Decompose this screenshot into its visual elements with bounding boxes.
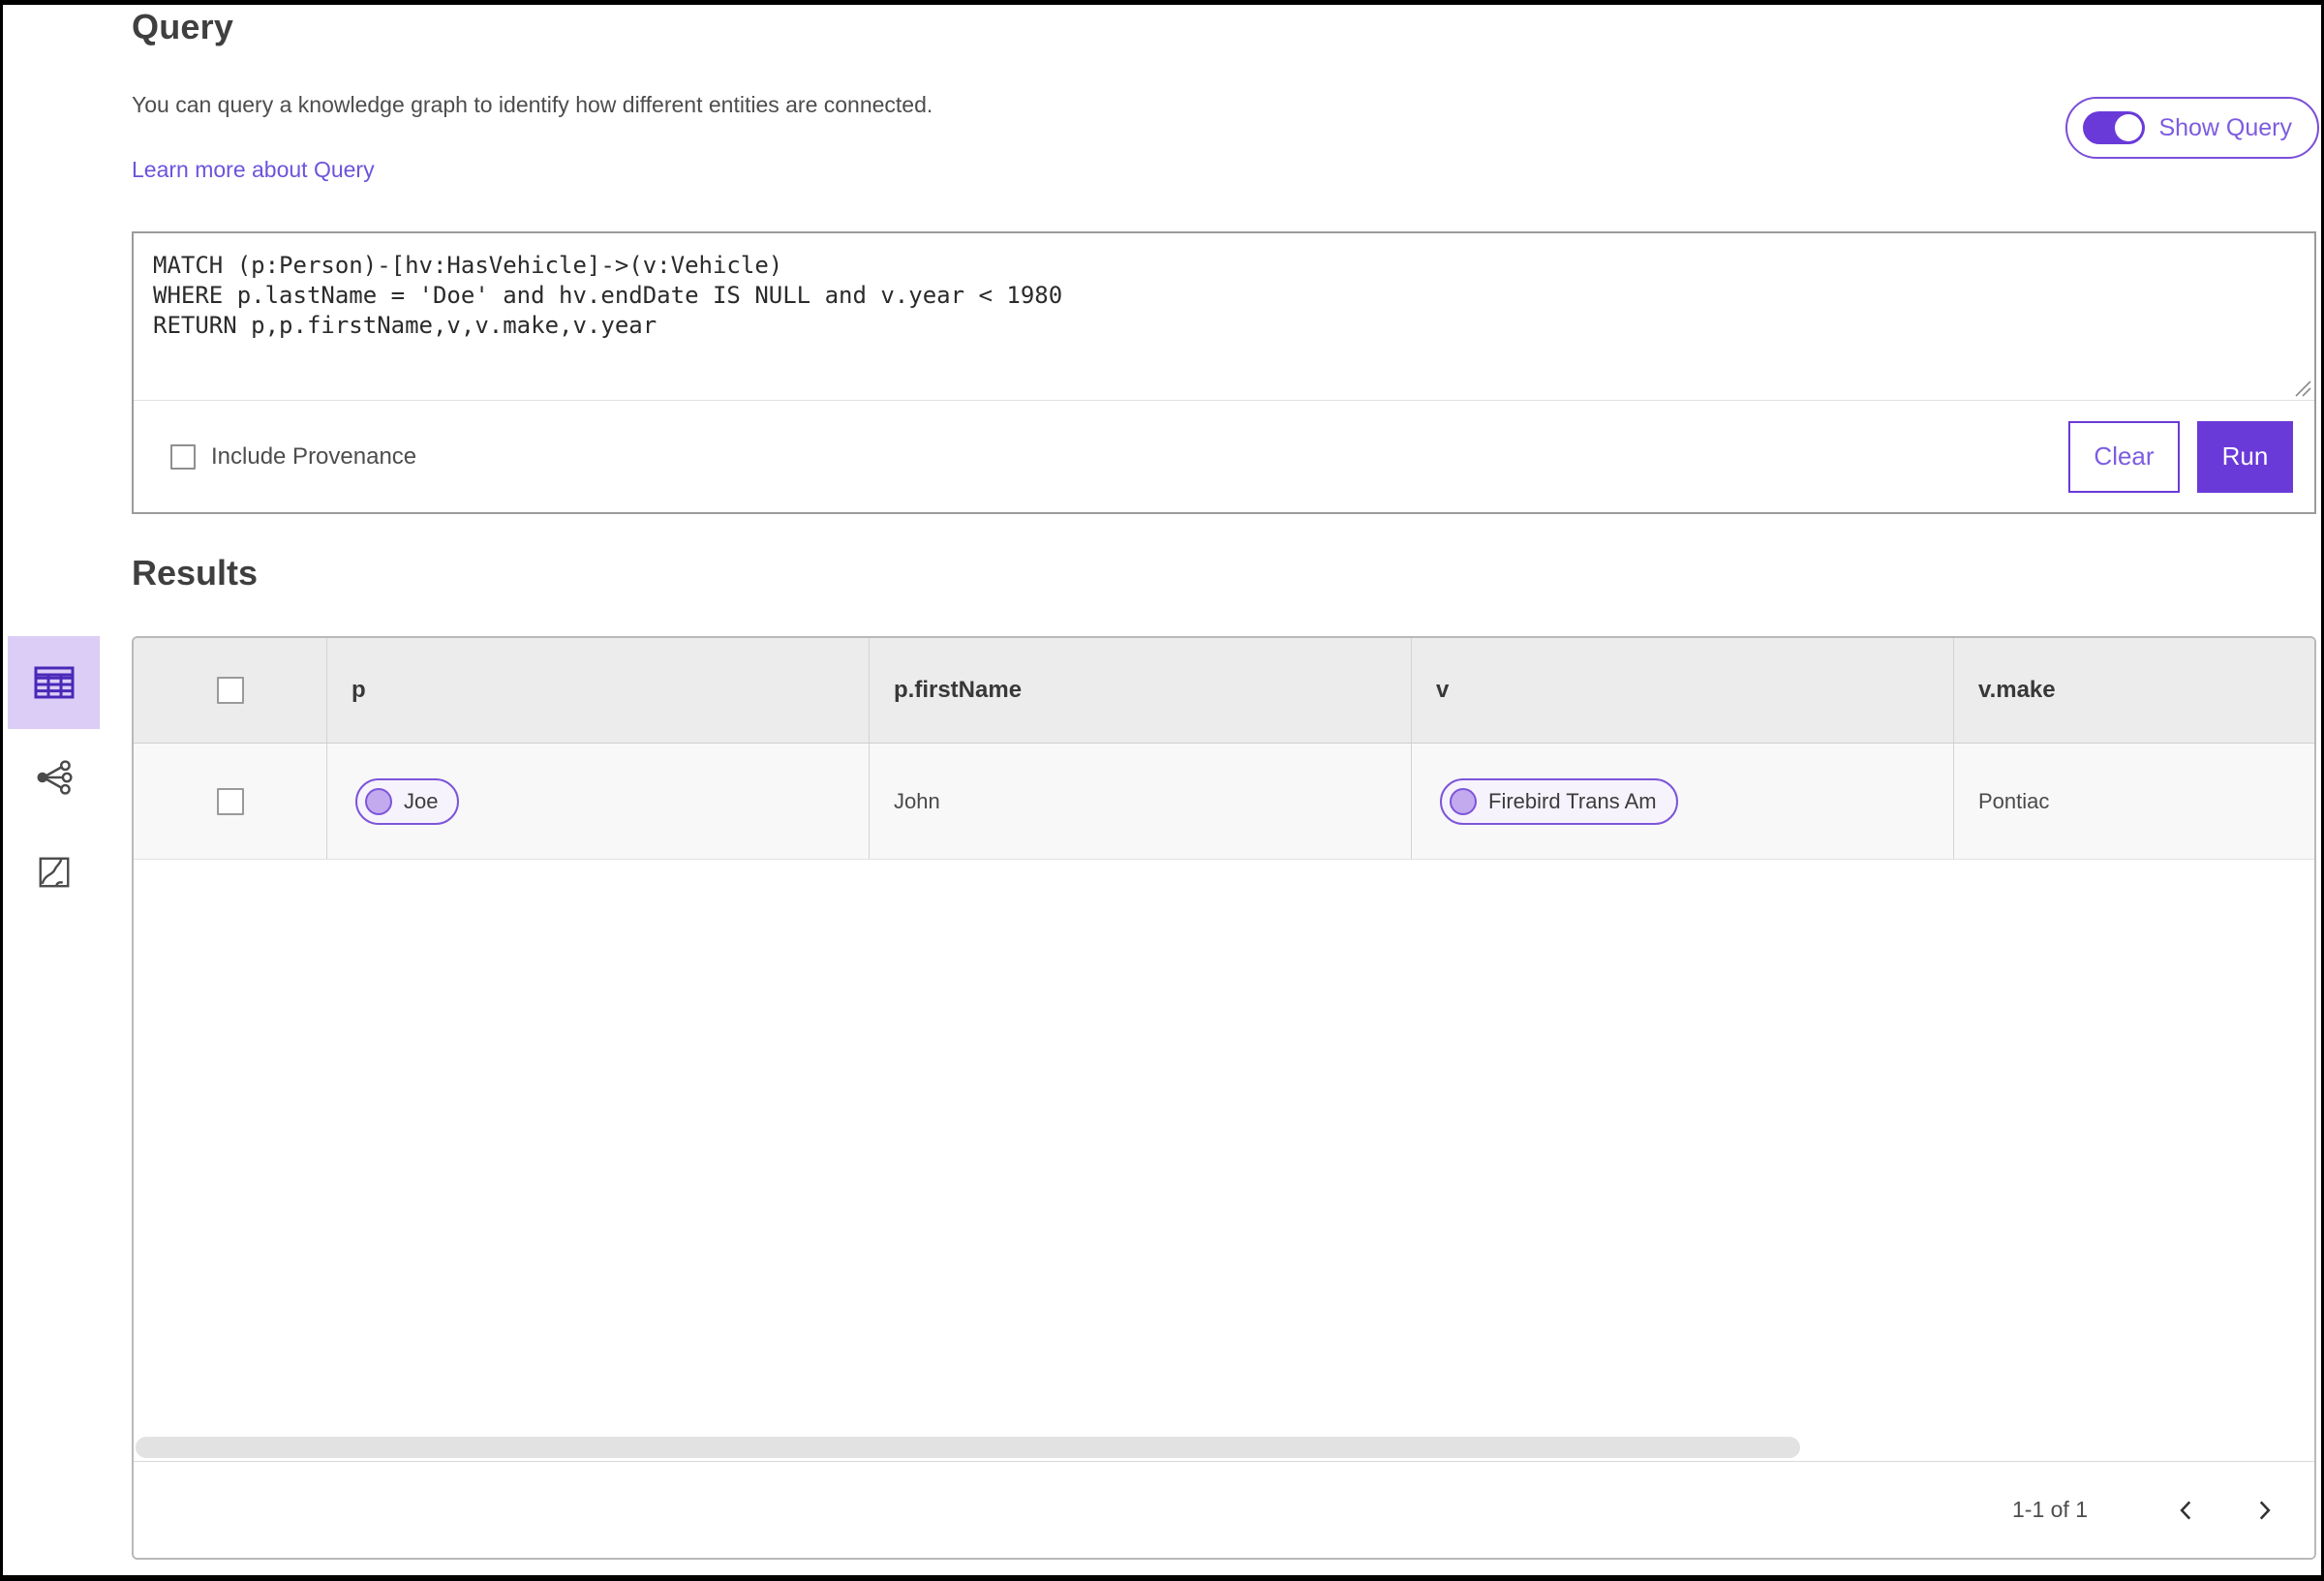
pagination-range: 1-1 of 1 [2012,1497,2088,1522]
header-cell[interactable]: v [1412,638,1954,743]
show-query-label: Show Query [2158,113,2292,141]
entity-label: Firebird Trans Am [1488,788,1657,813]
page-title: Query [132,7,234,46]
view-switcher [3,636,132,1560]
table-view-button[interactable] [8,636,100,729]
row-checkbox[interactable] [216,787,244,815]
query-textarea[interactable]: MATCH (p:Person)-[hv:HasVehicle]->(v:Veh… [134,233,2314,400]
resize-handle-icon[interactable] [2290,376,2311,397]
toggle-switch-icon[interactable] [2083,111,2146,144]
horizontal-scrollbar[interactable] [136,1437,1800,1458]
row-cell: John [870,744,1412,859]
map-view-button[interactable] [8,826,100,919]
next-page-button[interactable] [2243,1489,2285,1532]
results-table-panel: p p.firstName v v.make Joe John Firebird… [132,636,2316,1560]
query-page: Query You can query a knowledge graph to… [3,7,2321,1575]
row-cell: Pontiac [1954,744,2314,859]
include-provenance-field[interactable]: Include Provenance [170,443,416,471]
entity-dot-icon [365,787,392,815]
header-cell-select [134,638,327,743]
row-cell-select [134,744,327,859]
query-editor: MATCH (p:Person)-[hv:HasVehicle]->(v:Veh… [134,233,2314,401]
column-header-label: p.firstName [894,677,1023,703]
header-cell[interactable]: p [327,638,870,743]
previous-page-button[interactable] [2165,1489,2208,1532]
include-provenance-label: Include Provenance [211,442,417,470]
header-cell[interactable]: p.firstName [870,638,1412,743]
row-cell: Joe [327,744,870,859]
column-header-label: v.make [1978,677,2056,703]
link-chart-view-icon [37,760,73,795]
chevron-left-icon [2180,1500,2191,1520]
query-toolbar: Include Provenance Clear Run [134,401,2314,512]
toggle-knob [2115,114,2143,141]
results-body: p p.firstName v v.make Joe John Firebird… [3,636,2321,1560]
run-button[interactable]: Run [2197,420,2293,493]
page-description: You can query a knowledge graph to ident… [132,92,933,117]
entity-pill[interactable]: Firebird Trans Am [1440,777,1678,825]
map-view-icon [39,857,69,888]
app-window: Query You can query a knowledge graph to… [0,0,2324,1581]
row-cell: Firebird Trans Am [1412,744,1954,859]
learn-more-link[interactable]: Learn more about Query [132,157,375,183]
column-header-label: v [1436,677,1450,703]
select-all-checkbox[interactable] [216,677,244,704]
clear-button[interactable]: Clear [2068,420,2180,493]
column-header-label: p [352,677,366,703]
table-footer: 1-1 of 1 [134,1461,2314,1558]
table-view-icon [34,666,74,699]
chevron-right-icon [2259,1500,2271,1520]
show-query-toggle[interactable]: Show Query [2065,97,2319,159]
table-row[interactable]: Joe John Firebird Trans Am Pontiac [134,744,2314,860]
results-title: Results [132,553,259,593]
query-panel: MATCH (p:Person)-[hv:HasVehicle]->(v:Veh… [132,231,2316,514]
table-header-row: p p.firstName v v.make [134,638,2314,744]
cell-text: John [894,788,940,813]
entity-dot-icon [1450,787,1477,815]
entity-pill[interactable]: Joe [355,777,460,825]
entity-label: Joe [404,788,439,813]
link-chart-view-button[interactable] [8,731,100,824]
include-provenance-checkbox[interactable] [170,443,196,470]
query-section: Query You can query a knowledge graph to… [3,7,2321,514]
header-cell[interactable]: v.make [1954,638,2314,743]
cell-text: Pontiac [1978,788,2050,813]
